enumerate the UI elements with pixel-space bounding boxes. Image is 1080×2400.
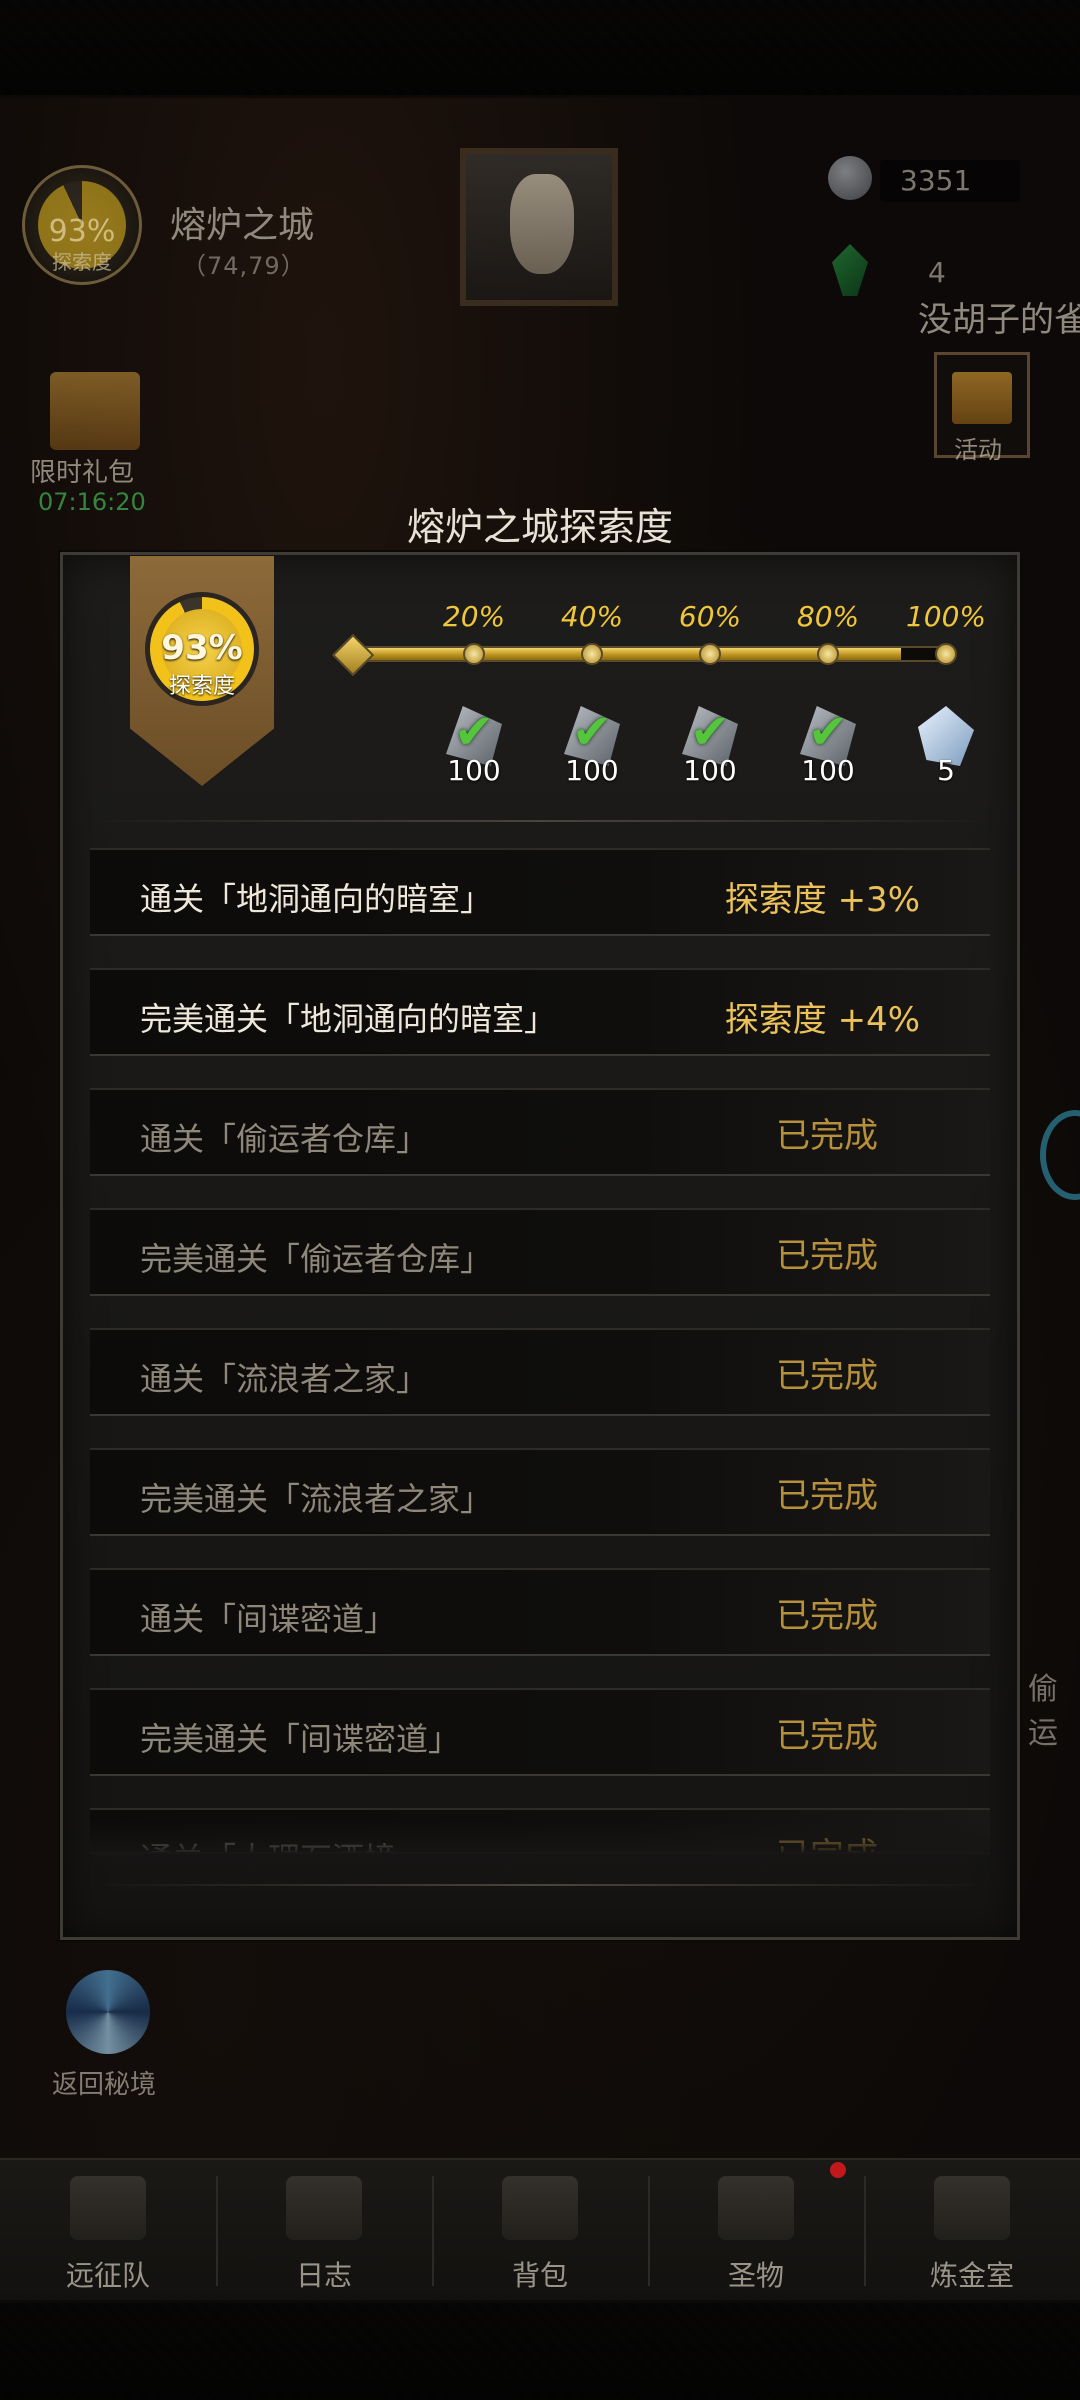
zone-name: 熔炉之城 [170,205,315,246]
milestone-percent: 80% [796,600,860,633]
nav-item[interactable]: 背包 [432,2158,648,2300]
task-row[interactable]: 完美通关「流浪者之家」 已完成 [90,1448,990,1536]
claimed-check-icon: ✔ [571,704,613,760]
zone-coordinates: （74,79） [182,252,306,280]
event-label: 活动 [954,436,1002,464]
milestone-dot [699,643,721,665]
task-row[interactable]: 完美通关「偷运者仓库」 已完成 [90,1208,990,1296]
nav-separator [648,2176,650,2286]
milestone-percent: 60% [678,600,742,633]
limited-gift-label[interactable]: 限时礼包 [30,452,134,489]
task-row[interactable]: 通关「地洞通向的暗室」 探索度 +3% [90,848,990,936]
task-row[interactable]: 通关「偷运者仓库」 已完成 [90,1088,990,1176]
event-gift-icon [952,372,1012,424]
task-completed-label: 已完成 [776,1236,878,1276]
task-name: 完美通关「间谍密道」 [140,1720,461,1758]
nav-label: 背包 [511,2259,568,2292]
nav-label: 圣物 [727,2259,784,2292]
reward-count: 5 [937,754,955,787]
bottom-frame [0,2300,1080,2400]
ore-currency-icon [828,156,872,200]
quest-tracker-text[interactable]: 没胡子的雀 [918,292,1080,341]
task-completed-label: 已完成 [776,1356,878,1396]
task-row[interactable]: 通关「间谍密道」 已完成 [90,1568,990,1656]
reward-count: 100 [683,754,737,787]
nav-label: 日志 [295,2259,352,2292]
task-reward-label: 探索度 +4% [724,1000,920,1040]
backpack-icon [502,2176,578,2240]
reward-count: 100 [565,754,619,787]
task-completed-label: 已完成 [776,1596,878,1636]
dialog-title: 熔炉之城探索度 [406,505,673,549]
task-name: 完美通关「地洞通向的暗室」 [140,1000,557,1038]
claimed-check-icon: ✔ [689,704,731,760]
reward-count: 100 [801,754,855,787]
relic-icon [718,2176,794,2240]
task-row[interactable]: 完美通关「间谍密道」 已完成 [90,1688,990,1776]
nav-item[interactable]: 圣物 [648,2158,864,2300]
portrait-face-icon [510,174,574,274]
gem-currency-value: 4 [928,256,946,289]
map-location-label: 偷运 [1028,1672,1058,1751]
claimed-check-icon: ✔ [807,704,849,760]
task-name: 通关「间谍密道」 [140,1600,397,1638]
milestone-dot [581,643,603,665]
hud-exploration-percent: 93% [48,214,116,249]
milestone-percent: 40% [560,600,624,633]
milestone-dot [817,643,839,665]
nav-label: 远征队 [65,2259,150,2292]
reward-count: 100 [447,754,501,787]
task-name: 完美通关「偷运者仓库」 [140,1240,493,1278]
milestone-percent: 100% [905,600,987,633]
nav-item[interactable]: 炼金室 [864,2158,1080,2300]
nav-separator [216,2176,218,2286]
task-completed-label: 已完成 [776,1716,878,1756]
journal-icon [286,2176,362,2240]
nav-item[interactable]: 日志 [216,2158,432,2300]
top-frame [0,0,1080,98]
hero-portrait[interactable] [460,148,618,306]
task-name: 通关「地洞通向的暗室」 [140,880,493,918]
divider [90,820,990,822]
exploration-label: 探索度 [168,674,235,699]
nav-label: 炼金室 [929,2259,1014,2292]
hud-exploration-label: 探索度 [52,250,112,274]
task-completed-label: 已完成 [776,1476,878,1516]
task-row[interactable]: 完美通关「地洞通向的暗室」 探索度 +4% [90,968,990,1056]
task-name: 完美通关「流浪者之家」 [140,1480,493,1518]
ore-currency-value: 3351 [900,164,972,197]
nav-item[interactable]: 远征队 [0,2158,216,2300]
helmet-icon [70,2176,146,2240]
portal-vortex-icon[interactable] [66,1970,150,2054]
return-to-dungeon-label[interactable]: 返回秘境 [52,2064,156,2101]
milestone-percent: 20% [442,600,506,633]
nav-separator [432,2176,434,2286]
task-reward-label: 探索度 +3% [724,880,920,920]
milestone-dot [463,643,485,665]
divider [90,1884,990,1886]
gift-box-icon[interactable] [50,372,140,450]
notification-dot [830,2162,846,2178]
list-fade [90,1820,990,1856]
alchemy-icon [934,2176,1010,2240]
task-name: 通关「流浪者之家」 [140,1360,429,1398]
milestone-dot [935,643,957,665]
exploration-percent: 93% [161,628,243,668]
claimed-check-icon: ✔ [453,704,495,760]
nav-separator [864,2176,866,2286]
task-name: 通关「偷运者仓库」 [140,1120,429,1158]
task-row[interactable]: 通关「流浪者之家」 已完成 [90,1328,990,1416]
task-completed-label: 已完成 [776,1116,878,1156]
